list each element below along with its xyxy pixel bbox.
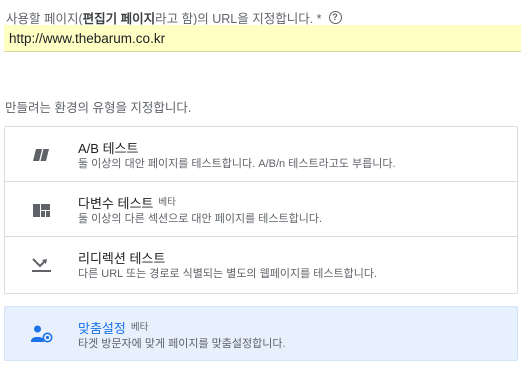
redirect-arrow-icon — [31, 255, 51, 275]
experiment-type-options: A/B 테스트 둘 이상의 대안 페이지를 테스트합니다. A/B/n 테스트라… — [4, 126, 518, 294]
option-multivariate-test[interactable]: 다변수 테스트 베타 둘 이상의 다른 섹션으로 대안 페이지를 테스트합니다. — [5, 182, 517, 237]
option-redirect-test[interactable]: 리디렉션 테스트 다른 URL 또는 경로로 식별되는 별도의 웹페이지를 테스… — [5, 237, 517, 293]
help-circle-icon[interactable]: ? — [328, 11, 342, 24]
multivariate-grid-icon — [31, 200, 51, 220]
option-description: 둘 이상의 다른 섹션으로 대안 페이지를 테스트합니다. — [78, 213, 323, 225]
beta-badge: 베타 — [130, 322, 149, 333]
ab-test-icon — [31, 145, 51, 165]
option-ab-test[interactable]: A/B 테스트 둘 이상의 대안 페이지를 테스트합니다. A/B/n 테스트라… — [5, 127, 517, 182]
beta-badge: 베타 — [158, 197, 176, 208]
editor-page-url-input[interactable] — [4, 25, 521, 52]
personalization-description: 타겟 방문자에 맞게 페이지를 맞춤설정합니다. — [78, 338, 286, 350]
option-personalization[interactable]: 맞춤설정 베타 타겟 방문자에 맞게 페이지를 맞춤설정합니다. — [4, 306, 518, 361]
environment-type-prompt: 만들려는 환경의 유형을 지정합니다. — [5, 101, 192, 115]
personalization-user-icon — [31, 324, 53, 346]
option-description: 둘 이상의 대안 페이지를 테스트합니다. A/B/n 테스트라고도 부릅니다. — [78, 158, 396, 170]
option-description: 다른 URL 또는 경로로 식별되는 별도의 웹페이지를 테스트합니다. — [78, 268, 378, 280]
